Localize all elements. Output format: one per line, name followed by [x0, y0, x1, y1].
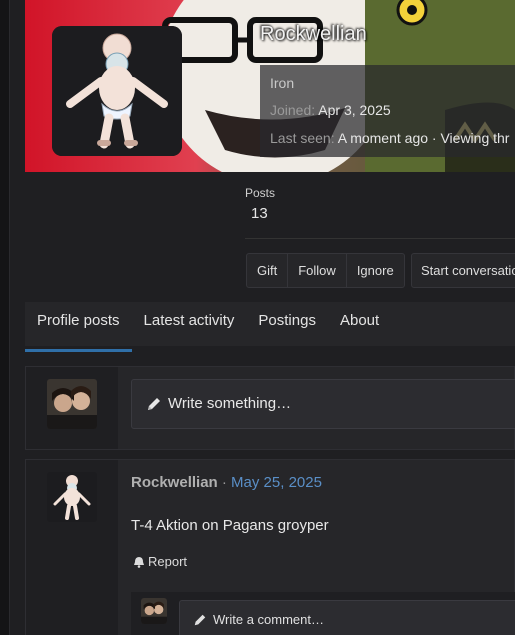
tab-latest-activity[interactable]: Latest activity — [132, 302, 247, 346]
comment-user-avatar[interactable] — [141, 598, 167, 624]
user-title: Iron — [270, 75, 295, 91]
write-something-placeholder: Write something… — [168, 395, 292, 412]
profile-post-composer: Write something… — [25, 366, 515, 450]
joined-value: Apr 3, 2025 — [318, 102, 391, 118]
write-something-input[interactable]: Write something… — [131, 379, 515, 429]
post-body: T-4 Aktion on Pagans groyper — [131, 517, 329, 534]
post-author-link[interactable]: Rockwellian — [131, 474, 218, 491]
left-rail — [0, 0, 10, 635]
joined-row: Joined: Apr 3, 2025 — [270, 102, 391, 118]
post-meta: Rockwellian · May 25, 2025 — [131, 474, 322, 491]
ignore-button[interactable]: Ignore — [347, 254, 404, 287]
profile-tabs: Profile posts Latest activity Postings A… — [25, 302, 515, 352]
tab-about[interactable]: About — [328, 302, 391, 346]
post-avatar-column — [26, 460, 118, 635]
joined-label: Joined: — [270, 102, 316, 118]
divider — [245, 238, 515, 239]
current-user-avatar[interactable] — [47, 379, 97, 429]
profile-info-box: Iron Joined: Apr 3, 2025 Last seen: A mo… — [260, 65, 515, 157]
report-button[interactable]: Report — [133, 554, 187, 569]
follow-button[interactable]: Follow — [288, 254, 347, 287]
post-date-link[interactable]: May 25, 2025 — [231, 474, 322, 491]
start-conversation-button[interactable]: Start conversatio — [411, 253, 515, 288]
write-comment-input[interactable]: Write a comment… — [179, 600, 515, 635]
pencil-icon — [194, 614, 206, 626]
profile-action-group: Gift Follow Ignore — [246, 253, 405, 288]
activity-link[interactable]: · Viewing thr — [432, 130, 510, 146]
composer-avatar-column — [26, 367, 118, 449]
gift-button[interactable]: Gift — [247, 254, 289, 287]
avatar-image — [52, 26, 182, 156]
post-author-avatar[interactable] — [47, 472, 97, 522]
profile-username: Rockwellian — [260, 23, 367, 45]
report-label: Report — [148, 554, 188, 569]
tab-profile-posts[interactable]: Profile posts — [25, 302, 132, 352]
comment-row: Write a comment… — [131, 592, 515, 635]
posts-stat-value[interactable]: 13 — [251, 205, 268, 222]
last-seen-row: Last seen: A moment ago · Viewing thr — [270, 130, 509, 146]
profile-banner: Rockwellian Iron Joined: Apr 3, 2025 Las… — [25, 0, 515, 172]
posts-stat-label: Posts — [245, 186, 276, 200]
bell-icon — [134, 556, 144, 568]
profile-avatar[interactable] — [52, 26, 182, 156]
profile-post: Rockwellian · May 25, 2025 T-4 Aktion on… — [25, 459, 515, 635]
tab-postings[interactable]: Postings — [246, 302, 328, 346]
meta-separator: · — [221, 474, 227, 491]
main-content: Rockwellian Iron Joined: Apr 3, 2025 Las… — [10, 0, 515, 635]
last-seen-label: Last seen: — [270, 130, 335, 146]
last-seen-value: A moment ago — [337, 130, 429, 146]
pencil-icon — [148, 398, 160, 410]
write-comment-placeholder: Write a comment… — [213, 612, 325, 627]
